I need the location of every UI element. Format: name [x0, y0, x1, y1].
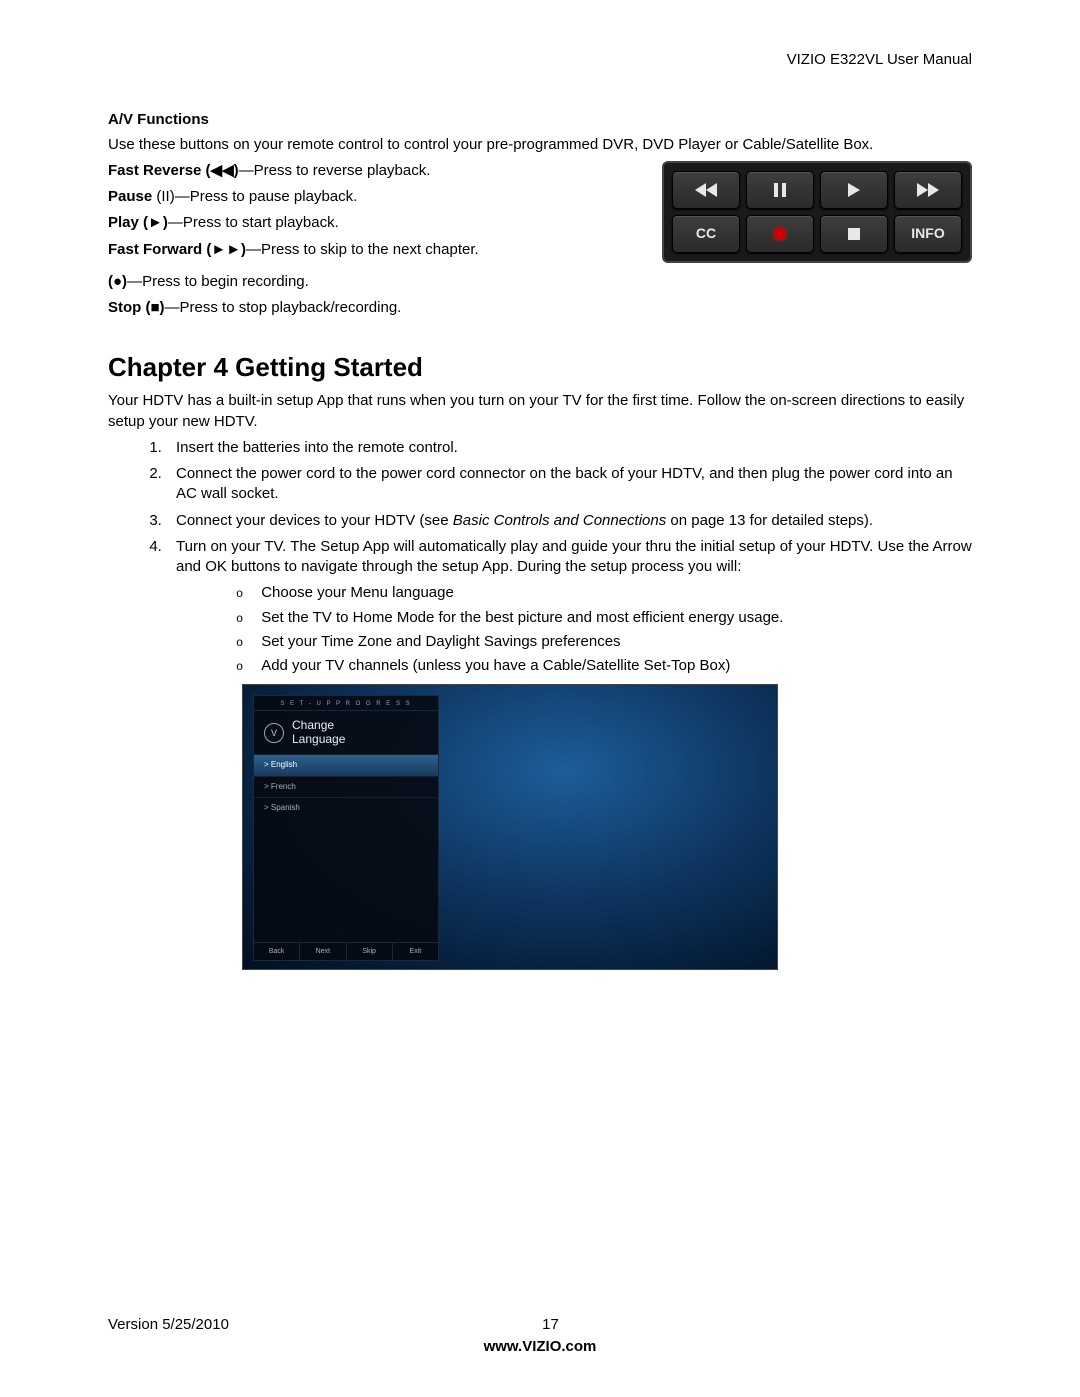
fast-reverse-line: Fast Reverse (◀◀)—Press to reverse playb… [108, 161, 538, 181]
fast-forward-line: Fast Forward (►►)—Press to skip to the n… [108, 240, 538, 260]
fast-reverse-icon [672, 171, 740, 209]
setup-exit-button: Exit [393, 943, 438, 960]
lang-french: > French [254, 776, 438, 798]
stop-icon [820, 215, 888, 253]
step-1: Insert the batteries into the remote con… [166, 438, 972, 458]
setup-skip-button: Skip [347, 943, 393, 960]
page-footer: Version 5/25/2010 17 www.VIZIO.com [108, 1315, 972, 1358]
record-label: (●) [108, 273, 127, 290]
play-label: Play (►) [108, 214, 168, 231]
setup-steps: Insert the batteries into the remote con… [108, 438, 972, 677]
setup-panel-title: Change Language [292, 719, 345, 745]
lang-english: > English [254, 754, 438, 776]
substep-1: Choose your Menu language [236, 583, 972, 603]
step-4-text: Turn on your TV. The Setup App will auto… [176, 538, 972, 575]
play-line: Play (►)—Press to start playback. [108, 213, 538, 233]
fast-reverse-label: Fast Reverse (◀◀) [108, 162, 239, 179]
pause-desc: —Press to pause playback. [175, 188, 358, 205]
stop-line: Stop (■)—Press to stop playback/recordin… [108, 298, 538, 318]
vizio-logo-icon: V [264, 723, 284, 743]
av-intro: Use these buttons on your remote control… [108, 135, 972, 155]
stop-desc: —Press to stop playback/recording. [165, 299, 402, 316]
setup-back-button: Back [254, 943, 300, 960]
step-3-post: on page 13 for detailed steps). [666, 512, 873, 529]
record-line: (●)—Press to begin recording. [108, 272, 538, 292]
substep-4: Add your TV channels (unless you have a … [236, 656, 972, 676]
stop-label: Stop (■) [108, 299, 165, 316]
setup-panel: S E T - U P P R O G R E S S V Change Lan… [253, 695, 439, 961]
fast-forward-label: Fast Forward (►►) [108, 241, 246, 258]
remote-graphic: CC INFO [662, 161, 972, 263]
setup-footer: Back Next Skip Exit [254, 942, 438, 960]
pause-line: Pause (II)—Press to pause playback. [108, 187, 538, 207]
record-icon [746, 215, 814, 253]
setup-next-button: Next [300, 943, 346, 960]
setup-app-screenshot: S E T - U P P R O G R E S S V Change Lan… [242, 684, 778, 970]
step-2: Connect the power cord to the power cord… [166, 464, 972, 505]
footer-page-number: 17 [129, 1315, 972, 1335]
pause-sym: (II) [152, 188, 175, 205]
pause-icon [746, 171, 814, 209]
fast-forward-desc: —Press to skip to the next chapter. [246, 241, 479, 258]
step-3-pre: Connect your devices to your HDTV (see [176, 512, 453, 529]
setup-progress-label: S E T - U P P R O G R E S S [254, 696, 438, 711]
substep-3: Set your Time Zone and Daylight Savings … [236, 632, 972, 652]
lang-spanish: > Spanish [254, 797, 438, 819]
substep-2: Set the TV to Home Mode for the best pic… [236, 608, 972, 628]
info-button: INFO [894, 215, 962, 253]
play-icon [820, 171, 888, 209]
play-desc: —Press to start playback. [168, 214, 339, 231]
chapter-title: Chapter 4 Getting Started [108, 350, 972, 385]
fast-forward-icon [894, 171, 962, 209]
pause-label: Pause [108, 188, 152, 205]
setup-title-line1: Change [292, 719, 345, 732]
av-functions-heading: A/V Functions [108, 110, 972, 130]
footer-url: www.VIZIO.com [108, 1337, 972, 1357]
substeps: Choose your Menu language Set the TV to … [176, 583, 972, 676]
fast-reverse-desc: —Press to reverse playback. [239, 162, 431, 179]
step-3-ref: Basic Controls and Connections [453, 512, 666, 529]
document-title: VIZIO E322VL User Manual [108, 50, 972, 70]
step-3: Connect your devices to your HDTV (see B… [166, 511, 972, 531]
setup-title-line2: Language [292, 733, 345, 746]
record-desc: —Press to begin recording. [127, 273, 309, 290]
cc-button: CC [672, 215, 740, 253]
step-4: Turn on your TV. The Setup App will auto… [166, 537, 972, 677]
chapter-intro: Your HDTV has a built-in setup App that … [108, 391, 972, 432]
